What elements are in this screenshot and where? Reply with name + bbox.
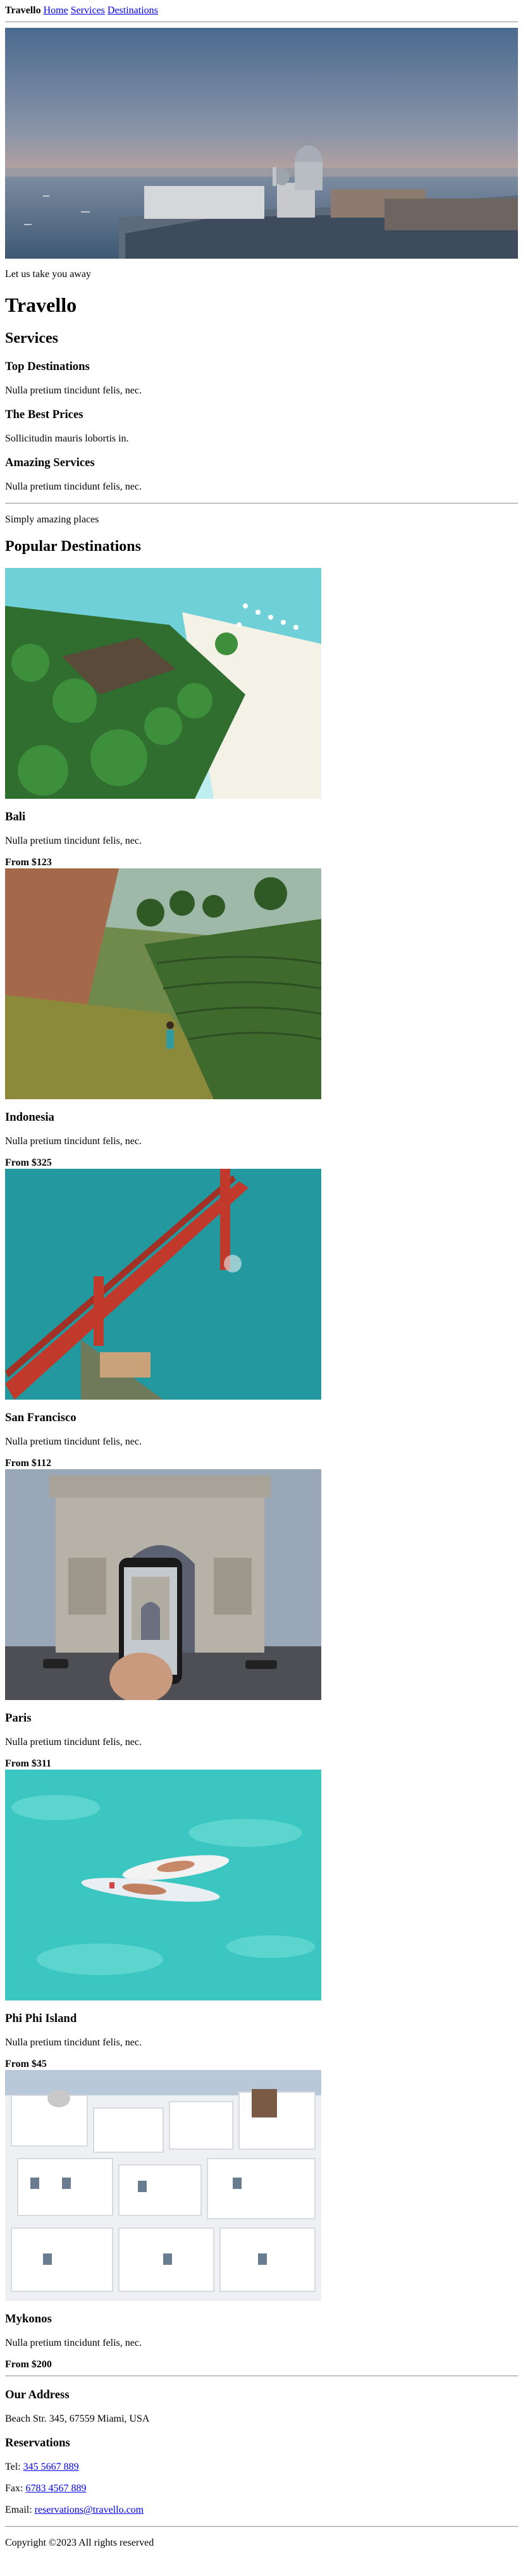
address-heading: Our Address [5,2388,70,2401]
tel-label: Tel: [5,2462,23,2472]
nav-link-destinations[interactable]: Destinations [108,5,158,16]
tel-link[interactable]: 345 5667 889 [23,2462,79,2472]
destination-card: Indonesia Nulla pretium tincidunt felis,… [5,868,518,1169]
service-title: The Best Prices [5,408,83,421]
copyright-divider [5,2526,518,2527]
destination-name: San Francisco [5,1411,77,1424]
destination-card: Mykonos Nulla pretium tincidunt felis, n… [5,2070,518,2370]
destination-name: Mykonos [5,2312,52,2326]
service-title: Amazing Services [5,456,95,469]
destination-text: Nulla pretium tincidunt felis, nec. [5,2037,142,2048]
destination-name: Indonesia [5,1111,54,1124]
destination-name: Bali [5,810,26,823]
service-title: Top Destinations [5,360,90,373]
nav-link-home[interactable]: Home [44,5,68,16]
address-text: Beach Str. 345, 67559 Miami, USA [5,2413,150,2424]
arc-de-triomphe-image [5,1469,321,1700]
page: Travello Home Services Destinations Let … [0,0,523,2564]
destination-text: Nulla pretium tincidunt felis, nec. [5,835,142,846]
destination-card: Bali Nulla pretium tincidunt felis, nec.… [5,568,518,868]
email-link[interactable]: reservations@travello.com [35,2505,144,2515]
white-village-image [5,2070,321,2301]
footer-divider [5,2376,518,2377]
destination-card: San Francisco Nulla pretium tincidunt fe… [5,1169,518,1469]
rice-terrace-image [5,868,321,1099]
destination-price: From $311 [5,1758,52,1769]
destination-price: From $200 [5,2359,52,2370]
destination-price: From $45 [5,2059,47,2069]
destination-text: Nulla pretium tincidunt felis, nec. [5,1436,142,1447]
reservations-heading: Reservations [5,2436,70,2450]
service-text: Nulla pretium tincidunt felis, nec. [5,385,142,396]
destination-text: Nulla pretium tincidunt felis, nec. [5,1136,142,1147]
destinations-heading: Popular Destinations [5,538,141,555]
copyright-text: Copyright ©2023 All rights reserved [5,2537,154,2548]
destination-card: Phi Phi Island Nulla pretium tincidunt f… [5,1770,518,2070]
paddleboard-sea-image [5,1770,321,2000]
destination-name: Phi Phi Island [5,2012,77,2025]
email-line: Email: reservations@travello.com [5,2505,518,2516]
destination-name: Paris [5,1711,32,1725]
fax-line: Fax: 6783 4567 889 [5,2483,518,2494]
destination-text: Nulla pretium tincidunt felis, nec. [5,1737,142,1747]
fax-link[interactable]: 6783 4567 889 [25,2483,86,2494]
destination-price: From $325 [5,1157,52,1168]
service-item: Top Destinations Nulla pretium tincidunt… [5,360,518,397]
hero-tagline: Let us take you away [5,269,91,280]
service-item: Amazing Services Nulla pretium tincidunt… [5,456,518,493]
fax-label: Fax: [5,2483,26,2494]
hero-title: Travello [5,293,77,316]
destination-price: From $112 [5,1458,52,1469]
service-text: Nulla pretium tincidunt felis, nec. [5,481,142,492]
nav-link-services[interactable]: Services [71,5,105,16]
service-item: The Best Prices Sollicitudin mauris lobo… [5,408,518,445]
brand-logo: Travello [5,5,41,16]
destination-price: From $123 [5,857,52,868]
service-text: Sollicitudin mauris lobortis in. [5,433,129,444]
nav-divider [5,22,518,23]
venice-skyline-image [5,28,518,259]
bali-beach-image [5,568,321,799]
destination-card: Paris Nulla pretium tincidunt felis, nec… [5,1469,518,1770]
tel-line: Tel: 345 5667 889 [5,2462,518,2473]
destinations-tagline: Simply amazing places [5,514,99,525]
section-divider [5,503,518,504]
services-heading: Services [5,330,58,347]
email-label: Email: [5,2505,35,2515]
footer: Our Address Beach Str. 345, 67559 Miami,… [5,2388,518,2549]
top-nav: Travello Home Services Destinations [5,5,518,16]
destination-text: Nulla pretium tincidunt felis, nec. [5,2338,142,2348]
golden-gate-bridge-image [5,1169,321,1400]
